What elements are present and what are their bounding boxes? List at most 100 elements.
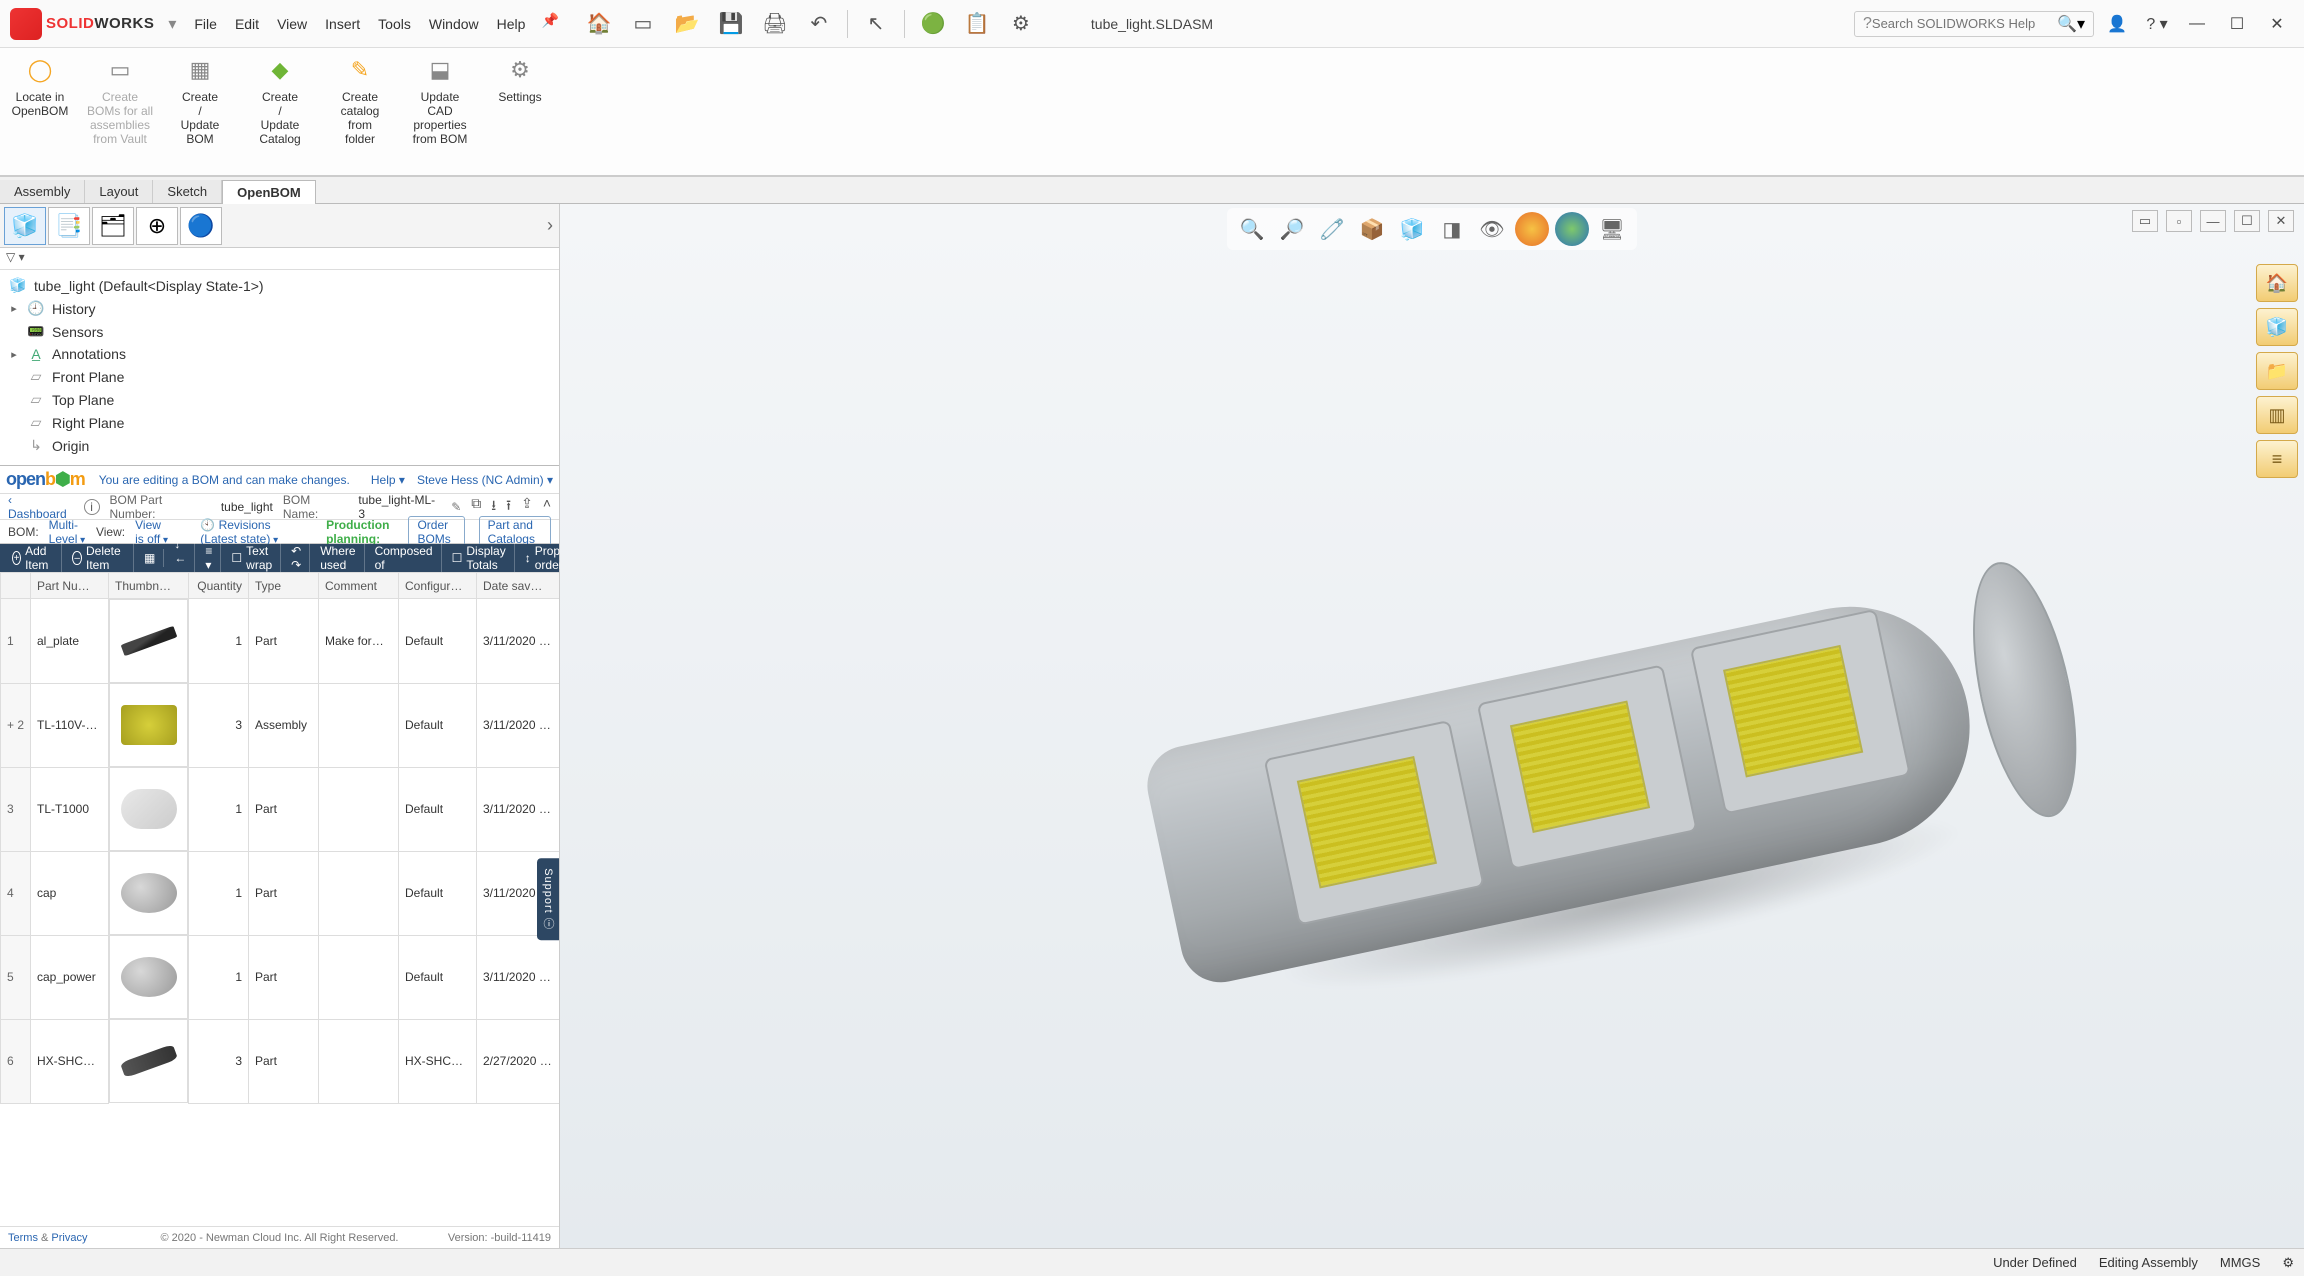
ribbon-settings[interactable]: ⚙ Settings	[480, 48, 560, 175]
bom-table[interactable]: Part Nu…Thumbn… QuantityType CommentConf…	[0, 572, 559, 1104]
where-used-button[interactable]: Where used	[312, 542, 364, 574]
search-help[interactable]: ? 🔍▾	[1854, 11, 2094, 37]
privacy-link[interactable]: Privacy	[51, 1232, 87, 1244]
apply-scene-icon[interactable]	[1555, 212, 1589, 246]
display-style-icon[interactable]: ◨	[1435, 212, 1469, 246]
task-appearance-icon[interactable]: ≡	[2256, 440, 2298, 478]
pin-icon[interactable]: 📌	[541, 12, 558, 36]
rebuild-icon[interactable]: 🟢	[917, 8, 949, 40]
copy-icon[interactable]: ⧉	[471, 495, 481, 519]
table-row[interactable]: 3 TL-T1000 1 PartDefault3/11/2020 3:… st…	[1, 767, 560, 851]
zoom-fit-icon[interactable]: 🔍	[1235, 212, 1269, 246]
status-options-icon[interactable]: ⚙	[2282, 1255, 2294, 1271]
mdi-max-icon[interactable]: ☐	[2234, 210, 2260, 232]
ribbon-update-catalog[interactable]: ◆ Create/ UpdateCatalog	[240, 48, 320, 175]
text-wrap-button[interactable]: ☐ Text wrap	[223, 542, 281, 574]
task-view-icon[interactable]: ▥	[2256, 396, 2298, 434]
add-item-button[interactable]: +Add Item	[4, 542, 62, 574]
undo-redo[interactable]: ↶ ↷	[283, 542, 310, 574]
table-row[interactable]: + 2 TL-110V-… 3 AssemblyDefault3/11/2020…	[1, 683, 560, 767]
align-button[interactable]: ≡ ▾	[197, 542, 221, 574]
options-icon[interactable]: 📋	[961, 8, 993, 40]
search-icon[interactable]: 🔍▾	[2057, 14, 2085, 34]
edit-appearance-icon[interactable]	[1515, 212, 1549, 246]
settings-icon[interactable]: ⚙	[1005, 8, 1037, 40]
menu-window[interactable]: Window	[421, 12, 487, 36]
upload-icon[interactable]: ⭱	[506, 495, 511, 519]
menu-insert[interactable]: Insert	[317, 12, 368, 36]
search-help-input[interactable]	[1872, 16, 2057, 31]
hide-show-icon[interactable]: 👁	[1475, 212, 1509, 246]
terms-link[interactable]: Terms	[8, 1232, 38, 1244]
status-units[interactable]: MMGS	[2220, 1255, 2260, 1270]
edit-name-icon[interactable]: ✎	[451, 500, 461, 514]
delete-item-button[interactable]: –Delete Item	[64, 542, 134, 574]
user-icon[interactable]: 👤	[2100, 10, 2134, 38]
openbom-help[interactable]: Help ▾	[371, 473, 405, 487]
tree-front-plane[interactable]: ▱Front Plane	[8, 365, 555, 388]
dashboard-link[interactable]: ‹ Dashboard	[8, 493, 74, 521]
close-button[interactable]: ✕	[2260, 10, 2294, 38]
tab-openbom[interactable]: OpenBOM	[222, 180, 316, 204]
view-settings-icon[interactable]: 🖥	[1595, 212, 1629, 246]
expand-icon[interactable]: ›	[547, 215, 553, 236]
select-icon[interactable]: ↖	[860, 8, 892, 40]
home-icon[interactable]: 🏠	[583, 8, 615, 40]
new-icon[interactable]: ▭	[627, 8, 659, 40]
tree-history[interactable]: ▸🕘History	[8, 297, 555, 320]
print-icon[interactable]: 🖨	[759, 8, 791, 40]
fm-tab-appearance-icon[interactable]: 🔵	[180, 207, 222, 245]
view-orientation-icon[interactable]: 🧊	[1395, 212, 1429, 246]
mdi-min-icon[interactable]: —	[2200, 210, 2226, 232]
maximize-button[interactable]: ☐	[2220, 10, 2254, 38]
tree-origin[interactable]: ↳Origin	[8, 434, 555, 457]
ribbon-locate[interactable]: ◯ Locate inOpenBOM	[0, 48, 80, 175]
task-file-icon[interactable]: 📁	[2256, 352, 2298, 390]
previous-view-icon[interactable]: 🧷	[1315, 212, 1349, 246]
chevron-down-icon[interactable]: ▾	[168, 14, 176, 34]
table-row[interactable]: 6 HX-SHCS… 3 PartHX-SHCS 0…2/27/2020 1… …	[1, 1019, 560, 1103]
support-tab[interactable]: Support ⓘ	[537, 858, 559, 940]
mdi-tile-icon[interactable]: ▭	[2132, 210, 2158, 232]
table-row[interactable]: 1 al_plate 1 PartMake form …Default3/11/…	[1, 599, 560, 684]
ribbon-update-cad[interactable]: ⬓ UpdateCAD propertiesfrom BOM	[400, 48, 480, 175]
tree-sensors[interactable]: 📟Sensors	[8, 320, 555, 343]
menu-edit[interactable]: Edit	[227, 12, 267, 36]
composed-of-button[interactable]: Composed of	[367, 542, 442, 574]
fm-filter[interactable]: ▽ ▾	[0, 248, 559, 270]
tree-annotations[interactable]: ▸A̲Annotations	[8, 343, 555, 365]
share-icon[interactable]: ⇪	[521, 495, 533, 519]
tree-right-plane[interactable]: ▱Right Plane	[8, 411, 555, 434]
tab-sketch[interactable]: Sketch	[153, 180, 222, 203]
grid-button[interactable]: ▦	[136, 549, 164, 567]
tab-layout[interactable]: Layout	[85, 180, 153, 203]
tree-root[interactable]: 🧊 tube_light (Default<Display State-1>)	[8, 274, 555, 297]
table-header[interactable]: Part Nu…Thumbn… QuantityType CommentConf…	[1, 573, 560, 599]
menu-view[interactable]: View	[269, 12, 315, 36]
save-icon[interactable]: 💾	[715, 8, 747, 40]
collapse-icon[interactable]: ˄	[543, 495, 551, 519]
info-icon[interactable]: i	[84, 499, 100, 515]
tree-top-plane[interactable]: ▱Top Plane	[8, 388, 555, 411]
fm-tab-config-icon[interactable]: 🗂	[92, 207, 134, 245]
fm-tab-dim-icon[interactable]: ⊕	[136, 207, 178, 245]
table-row[interactable]: 4 cap 1 PartDefault3/11/2020 4:… steveca…	[1, 851, 560, 935]
table-row[interactable]: 5 cap_power 1 PartDefault3/11/2020 4:… s…	[1, 935, 560, 1019]
menu-help[interactable]: Help	[489, 12, 534, 36]
help-dropdown-icon[interactable]: ? ▾	[2140, 10, 2174, 38]
view-dd[interactable]: View is off	[135, 518, 170, 546]
task-resources-icon[interactable]: 🧊	[2256, 308, 2298, 346]
openbom-user[interactable]: Steve Hess (NC Admin) ▾	[417, 473, 553, 487]
task-home-icon[interactable]: 🏠	[2256, 264, 2298, 302]
graphics-viewport[interactable]: 🔍 🔎 🧷 📦 🧊 ◨ 👁 🖥 ▭ ▫ — ☐ ✕ 🏠 🧊 📁 ▥ ≡	[560, 204, 2304, 1248]
undo-icon[interactable]: ↶	[803, 8, 835, 40]
menu-file[interactable]: File	[186, 12, 225, 36]
ribbon-update-bom[interactable]: ▦ Create/ UpdateBOM	[160, 48, 240, 175]
open-icon[interactable]: 📂	[671, 8, 703, 40]
ribbon-catalog-folder[interactable]: ✎ Createcatalog fromfolder	[320, 48, 400, 175]
section-view-icon[interactable]: 📦	[1355, 212, 1389, 246]
mdi-cascade-icon[interactable]: ▫	[2166, 210, 2192, 232]
menu-tools[interactable]: Tools	[370, 12, 419, 36]
minimize-button[interactable]: —	[2180, 10, 2214, 38]
mdi-close-icon[interactable]: ✕	[2268, 210, 2294, 232]
